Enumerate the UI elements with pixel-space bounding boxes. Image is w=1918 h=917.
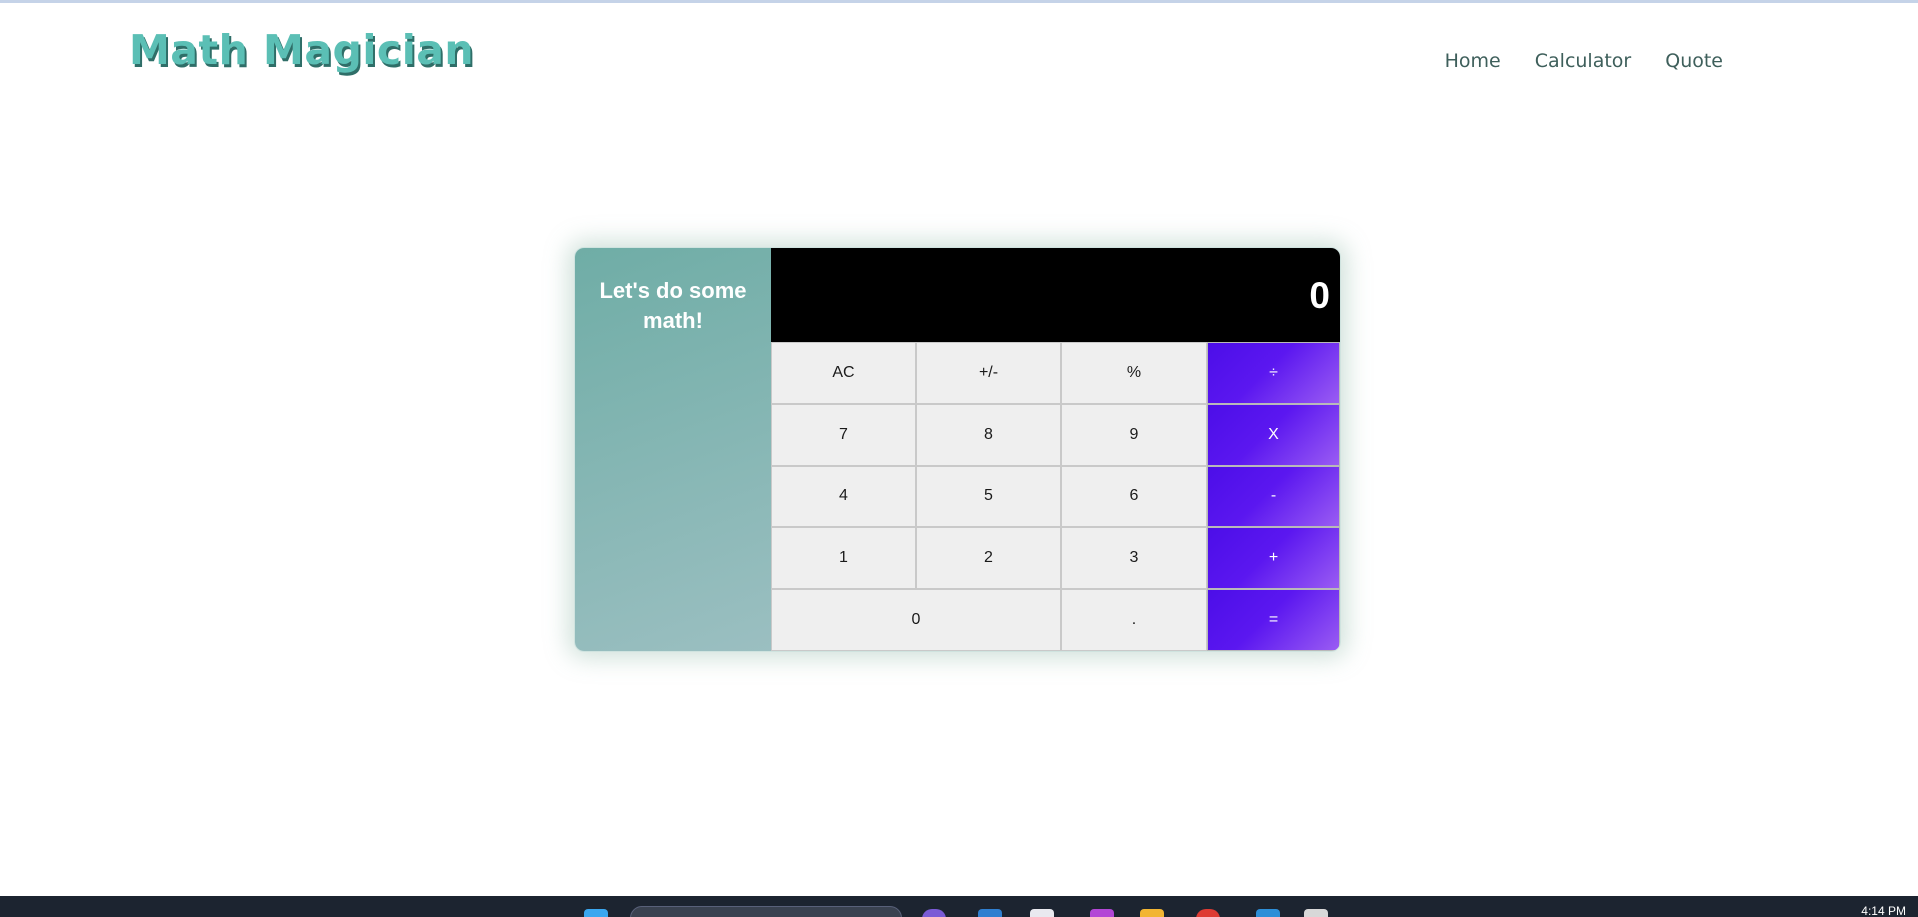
nav-calculator[interactable]: Calculator bbox=[1535, 50, 1631, 72]
key-11[interactable]: - bbox=[1207, 465, 1340, 528]
key-14[interactable]: 3 bbox=[1061, 527, 1207, 590]
key-10[interactable]: 6 bbox=[1061, 465, 1207, 528]
edge-icon[interactable] bbox=[978, 909, 1002, 917]
calculator-display: 0 bbox=[771, 248, 1340, 342]
folder-icon[interactable] bbox=[1140, 909, 1164, 917]
main-nav: Home Calculator Quote bbox=[1445, 50, 1723, 72]
key-3[interactable]: ÷ bbox=[1207, 342, 1340, 404]
start-icon[interactable] bbox=[584, 909, 608, 917]
nav-home[interactable]: Home bbox=[1445, 50, 1501, 72]
key-16[interactable]: 0 bbox=[771, 589, 1061, 651]
calculator: Let's do some math! 0 AC +/-% ÷ 7 8 9 X 4 5 6- 1 2 3… bbox=[574, 247, 1341, 652]
key-13[interactable]: 2 bbox=[916, 527, 1061, 590]
taskbar bbox=[0, 896, 1918, 917]
key-8[interactable]: 4 bbox=[771, 465, 916, 528]
key-0[interactable]: AC bbox=[771, 342, 916, 404]
app-icon[interactable] bbox=[1090, 909, 1114, 917]
key-6[interactable]: 9 bbox=[1061, 403, 1207, 466]
taskbar-clock: 4:14 PM bbox=[1861, 904, 1906, 917]
browser-top-border bbox=[0, 0, 1918, 3]
key-1[interactable]: +/- bbox=[916, 342, 1061, 404]
calendar-icon[interactable] bbox=[1030, 909, 1054, 917]
key-17[interactable]: . bbox=[1061, 589, 1207, 651]
app-logo[interactable]: Math Magician bbox=[129, 26, 474, 74]
page: Math Magician Home Calculator Quote Let'… bbox=[0, 0, 1918, 917]
taskbar-search[interactable] bbox=[630, 906, 902, 917]
vscode-icon[interactable] bbox=[1256, 909, 1280, 917]
calculator-side-panel: Let's do some math! bbox=[575, 248, 771, 651]
key-18[interactable]: = bbox=[1207, 589, 1340, 651]
key-9[interactable]: 5 bbox=[916, 465, 1061, 528]
nav-quote[interactable]: Quote bbox=[1665, 50, 1723, 72]
app-icon[interactable] bbox=[1304, 909, 1328, 917]
calculator-heading: Let's do some math! bbox=[599, 278, 747, 333]
key-12[interactable]: 1 bbox=[771, 527, 916, 590]
calculator-body: 0 AC +/-% ÷ 7 8 9 X 4 5 6- 1 2 3 +0. = bbox=[771, 248, 1340, 651]
key-15[interactable]: + bbox=[1207, 527, 1340, 590]
key-5[interactable]: 8 bbox=[916, 403, 1061, 466]
key-2[interactable]: % bbox=[1061, 342, 1207, 404]
key-7[interactable]: X bbox=[1207, 403, 1340, 466]
calculator-keypad: AC +/-% ÷ 7 8 9 X 4 5 6- 1 2 3 +0. = bbox=[771, 342, 1340, 651]
key-4[interactable]: 7 bbox=[771, 403, 916, 466]
